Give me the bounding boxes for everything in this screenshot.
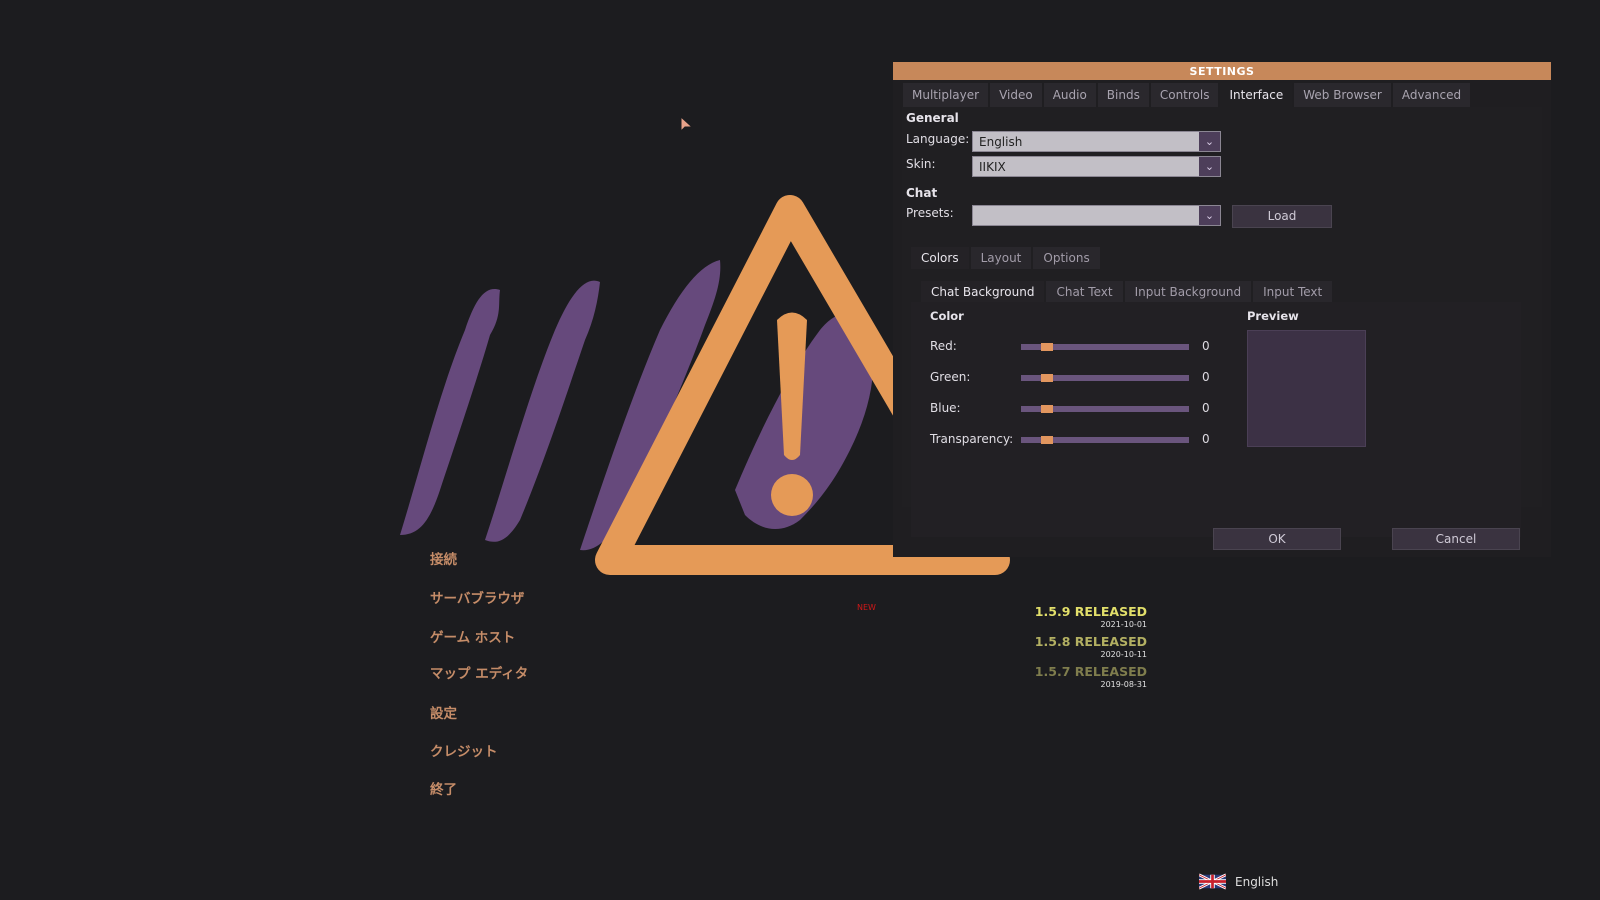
news-date: 2021-10-01 — [1100, 620, 1148, 629]
load-button[interactable]: Load — [1232, 205, 1332, 228]
tab-web-browser[interactable]: Web Browser — [1294, 83, 1391, 107]
red-label: Red: — [930, 339, 957, 353]
menu-settings[interactable]: 設定 — [430, 702, 457, 722]
subtab-layout[interactable]: Layout — [970, 247, 1032, 269]
blue-label: Blue: — [930, 401, 961, 415]
transparency-value: 0 — [1202, 432, 1210, 446]
interface-content: General Language: English ⌄ Skin: IIKIX … — [902, 107, 1542, 537]
general-heading: General — [906, 111, 959, 125]
menu-host-game[interactable]: ゲーム ホスト — [430, 626, 515, 646]
news-item[interactable]: 1.5.7 RELEASED 2019-08-31 — [990, 665, 1147, 690]
slider-knob[interactable] — [1041, 405, 1053, 413]
news-item[interactable]: 1.5.8 RELEASED 2020-10-11 — [990, 635, 1147, 660]
tab-controls[interactable]: Controls — [1150, 83, 1219, 107]
transparency-slider[interactable] — [1021, 436, 1189, 444]
menu-credits[interactable]: クレジット — [430, 740, 498, 760]
language-select-value: English — [979, 135, 1023, 149]
news-date: 2020-10-11 — [1100, 650, 1148, 659]
news-date: 2019-08-31 — [1100, 680, 1148, 689]
color-heading: Color — [930, 309, 964, 323]
news-title: 1.5.7 RELEASED — [1034, 664, 1147, 679]
chevron-down-icon[interactable]: ⌄ — [1199, 132, 1220, 151]
chevron-down-icon[interactable]: ⌄ — [1199, 206, 1220, 225]
menu-map-editor[interactable]: マップ エディタ — [430, 662, 528, 682]
news-item[interactable]: 1.5.9 RELEASED 2021-10-01 — [990, 605, 1147, 630]
tab-binds[interactable]: Binds — [1097, 83, 1149, 107]
green-value: 0 — [1202, 370, 1210, 384]
blue-value: 0 — [1202, 401, 1210, 415]
presets-label: Presets: — [906, 206, 954, 220]
skin-select[interactable]: IIKIX ⌄ — [972, 156, 1221, 177]
tab-advanced[interactable]: Advanced — [1392, 83, 1471, 107]
language-select[interactable]: English ⌄ — [972, 131, 1221, 152]
green-slider[interactable] — [1021, 374, 1189, 382]
color-preview — [1247, 330, 1366, 447]
chevron-down-icon[interactable]: ⌄ — [1199, 157, 1220, 176]
tab-audio[interactable]: Audio — [1043, 83, 1096, 107]
color-target-tabs: Chat Background Chat Text Input Backgrou… — [921, 281, 1334, 303]
subtab-options[interactable]: Options — [1033, 247, 1100, 269]
color-panel: Color Preview Red: 0 Green: 0 Blue: 0 Tr… — [911, 302, 1521, 537]
slider-knob[interactable] — [1041, 374, 1053, 382]
chat-subtabs: Colors Layout Options — [911, 247, 1102, 269]
cancel-button[interactable]: Cancel — [1392, 528, 1520, 550]
language-selector[interactable]: English — [1199, 873, 1278, 890]
language-label: English — [1235, 874, 1279, 889]
tab-multiplayer[interactable]: Multiplayer — [903, 83, 989, 107]
blue-slider[interactable] — [1021, 405, 1189, 413]
mouse-cursor-icon — [680, 116, 694, 133]
language-label: Language: — [906, 132, 970, 146]
news-title: 1.5.9 RELEASED — [1034, 604, 1147, 619]
tab-video[interactable]: Video — [990, 83, 1042, 107]
slider-knob[interactable] — [1041, 343, 1053, 351]
red-value: 0 — [1202, 339, 1210, 353]
skin-select-value: IIKIX — [979, 160, 1006, 174]
green-label: Green: — [930, 370, 971, 384]
tab-input-background[interactable]: Input Background — [1124, 281, 1252, 303]
ok-button[interactable]: OK — [1213, 528, 1341, 550]
settings-title-bar: SETTINGS — [893, 62, 1551, 80]
menu-connect[interactable]: 接続 — [430, 548, 457, 568]
uk-flag-icon — [1199, 873, 1226, 890]
red-slider[interactable] — [1021, 343, 1189, 351]
tab-interface[interactable]: Interface — [1220, 83, 1293, 107]
preview-heading: Preview — [1247, 309, 1299, 323]
tab-chat-text[interactable]: Chat Text — [1046, 281, 1123, 303]
transparency-label: Transparency: — [930, 432, 1014, 446]
chat-heading: Chat — [906, 186, 938, 200]
news-title: 1.5.8 RELEASED — [1034, 634, 1147, 649]
settings-tabs: Multiplayer Video Audio Binds Controls I… — [903, 83, 1472, 107]
tab-chat-background[interactable]: Chat Background — [921, 281, 1045, 303]
tab-input-text[interactable]: Input Text — [1253, 281, 1333, 303]
subtab-colors[interactable]: Colors — [911, 247, 969, 269]
menu-quit[interactable]: 終了 — [430, 778, 457, 798]
skin-label: Skin: — [906, 157, 936, 171]
menu-server-browser[interactable]: サーバブラウザ — [430, 587, 524, 607]
settings-window: SETTINGS Multiplayer Video Audio Binds C… — [893, 62, 1551, 557]
news-list: 1.5.9 RELEASED 2021-10-01 1.5.8 RELEASED… — [990, 605, 1147, 695]
slider-knob[interactable] — [1041, 436, 1053, 444]
new-badge: NEW — [857, 603, 876, 612]
presets-select[interactable]: ⌄ — [972, 205, 1221, 226]
